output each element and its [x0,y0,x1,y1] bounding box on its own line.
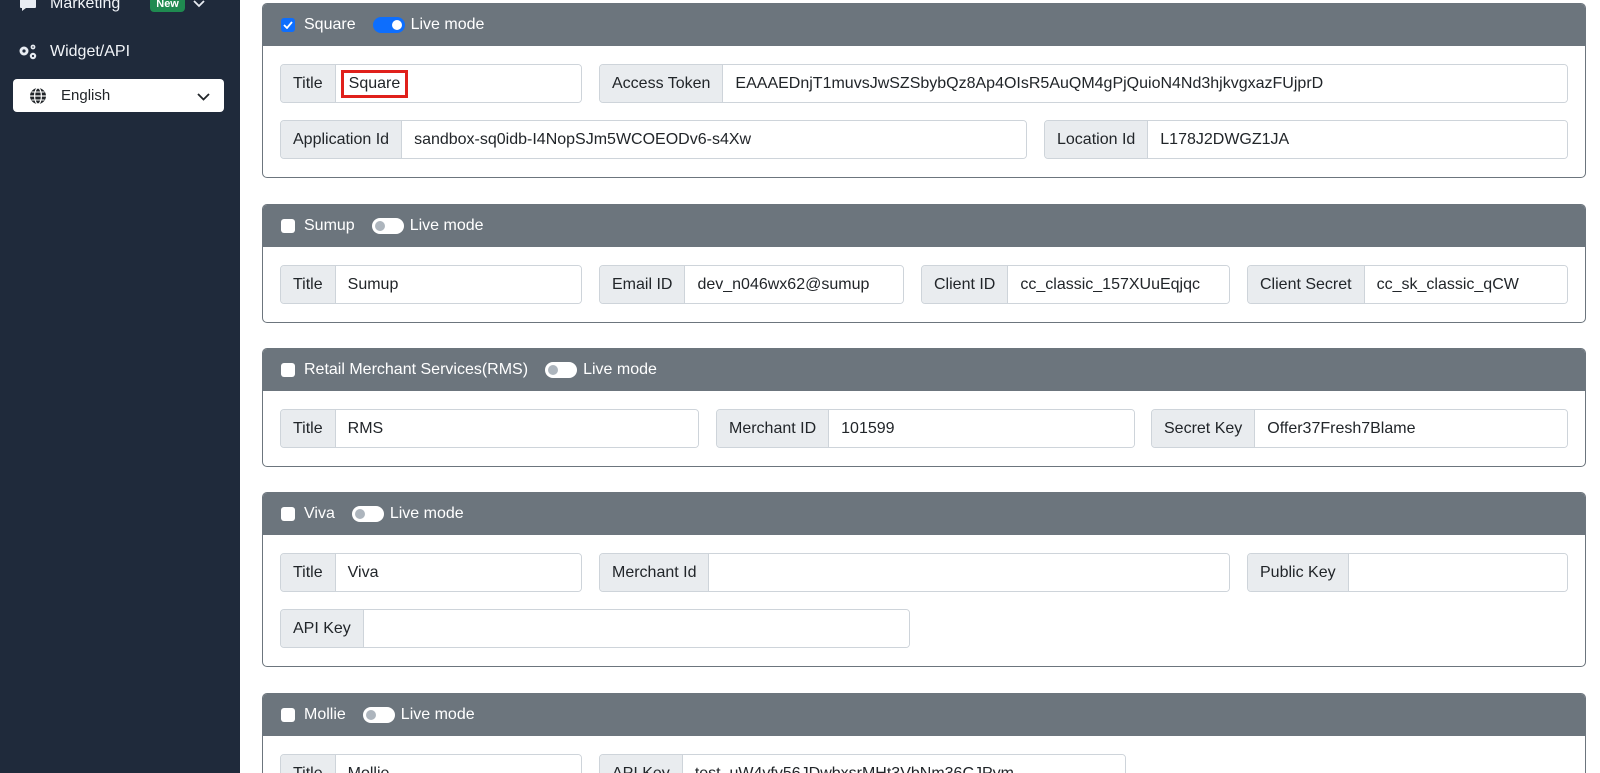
globe-icon [29,86,47,105]
title-label: Title [281,755,336,773]
enable-checkbox[interactable] [281,18,295,32]
api-key-label: API Key [281,610,364,647]
sidebar: Marketing New Widget/API English [0,0,240,773]
live-mode-label: Live mode [400,706,475,723]
api-key-label: API Key [600,755,683,773]
card-header: Retail Merchant Services(RMS) Live mode [263,349,1585,391]
card-title: Square [304,16,356,33]
title-field-group: Title RMS [280,409,699,448]
card-header: Viva Live mode [263,493,1585,535]
client-id-input[interactable]: cc_classic_157XUuEqjqc [1008,266,1229,303]
email-id-input[interactable]: dev_n046wx62@sumup [685,266,903,303]
public-key-field-group: Public Key [1247,553,1568,592]
enable-checkbox[interactable] [281,219,295,233]
live-mode-toggle[interactable] [371,218,404,234]
enable-checkbox[interactable] [281,507,295,521]
access-token-field-group: Access Token EAAAEDnjT1muvsJwSZSbybQz8Ap… [599,64,1568,103]
title-input[interactable]: Square [335,65,581,102]
application-id-label: Application Id [281,121,403,158]
secret-key-field-group: Secret Key Offer37Fresh7Blame [1151,409,1568,448]
merchant-id-input[interactable] [709,554,1229,591]
sidebar-item-label: Widget/API [50,43,131,60]
title-label: Title [281,410,336,447]
payment-card-rms: Retail Merchant Services(RMS) Live mode … [262,348,1586,467]
payment-card-square: Square Live mode Title Square Access Tok… [262,3,1586,178]
enable-checkbox[interactable] [281,363,295,377]
public-key-input[interactable] [1348,554,1567,591]
title-field-group: Title Sumup [280,265,582,304]
title-field-group: Title Mollie [280,754,582,773]
title-field-group: Title Square [280,64,582,103]
chevron-down-icon [197,88,210,105]
client-id-field-group: Client ID cc_classic_157XUuEqjqc [921,265,1230,304]
language-value: English [61,87,111,104]
live-mode-label: Live mode [409,217,484,234]
sidebar-item-widget-api[interactable]: Widget/API [16,42,130,62]
chat-icon [16,0,40,14]
title-input[interactable]: Sumup [335,266,581,303]
title-label: Title [281,266,336,303]
card-header: Sumup Live mode [263,205,1585,247]
sidebar-item-label: Marketing [50,0,121,12]
client-secret-label: Client Secret [1248,266,1365,303]
payment-card-viva: Viva Live mode Title Viva Merchant Id Pu… [262,492,1586,667]
new-badge: New [150,0,185,12]
location-id-field-group: Location Id L178J2DWGZ1JA [1044,120,1568,159]
title-input[interactable]: Mollie [335,755,581,773]
title-input[interactable]: RMS [335,410,698,447]
title-input[interactable]: Viva [335,554,581,591]
client-secret-field-group: Client Secret cc_sk_classic_qCW [1247,265,1568,304]
title-label: Title [281,65,336,102]
card-header: Square Live mode [263,4,1585,46]
title-field-group: Title Viva [280,553,582,592]
live-mode-label: Live mode [410,16,485,33]
access-token-input[interactable]: EAAAEDnjT1muvsJwSZSbybQz8Ap4OIsR5AuQM4gP… [723,65,1567,102]
gears-icon [16,42,40,62]
merchant-id-input[interactable]: 101599 [829,410,1134,447]
api-key-input[interactable]: test_uW4vfv56JDwbxsrMHt3VbNm36CJPym [682,755,1125,773]
card-header: Mollie Live mode [263,694,1585,736]
live-mode-toggle[interactable] [372,17,405,33]
title-label: Title [281,554,336,591]
sidebar-item-marketing[interactable]: Marketing New [16,0,205,14]
secret-key-input[interactable]: Offer37Fresh7Blame [1255,410,1567,447]
live-mode-toggle[interactable] [351,506,384,522]
card-title: Mollie [304,706,346,723]
enable-checkbox[interactable] [281,708,295,722]
live-mode-label: Live mode [583,361,657,378]
card-title: Viva [304,505,335,522]
application-id-input[interactable]: sandbox-sq0idb-I4NopSJm5WCOEODv6-s4Xw [402,121,1026,158]
application-id-field-group: Application Id sandbox-sq0idb-I4NopSJm5W… [280,120,1027,159]
merchant-id-label: Merchant ID [717,410,830,447]
email-id-field-group: Email ID dev_n046wx62@sumup [599,265,904,304]
api-key-input[interactable] [363,610,909,647]
chevron-down-icon [193,0,205,13]
card-title: Sumup [304,217,355,234]
live-mode-label: Live mode [389,505,464,522]
location-id-input[interactable]: L178J2DWGZ1JA [1148,121,1567,158]
api-key-field-group: API Key test_uW4vfv56JDwbxsrMHt3VbNm36CJ… [599,754,1126,773]
payment-card-mollie: Mollie Live mode Title Mollie API Key te… [262,693,1586,773]
location-id-label: Location Id [1045,121,1149,158]
api-key-field-group: API Key [280,609,910,648]
language-select[interactable]: English [13,79,224,112]
live-mode-toggle[interactable] [545,362,578,378]
email-id-label: Email ID [600,266,686,303]
merchant-id-field-group: Merchant Id [599,553,1230,592]
public-key-label: Public Key [1248,554,1349,591]
secret-key-label: Secret Key [1152,410,1256,447]
live-mode-toggle[interactable] [362,707,395,723]
client-secret-input[interactable]: cc_sk_classic_qCW [1364,266,1567,303]
title-input-value: Square [340,69,409,98]
merchant-id-label: Merchant Id [600,554,710,591]
client-id-label: Client ID [922,266,1009,303]
payment-card-sumup: Sumup Live mode Title Sumup Email ID dev… [262,204,1586,323]
access-token-label: Access Token [600,65,724,102]
card-title: Retail Merchant Services(RMS) [304,361,529,378]
merchant-id-field-group: Merchant ID 101599 [716,409,1135,448]
